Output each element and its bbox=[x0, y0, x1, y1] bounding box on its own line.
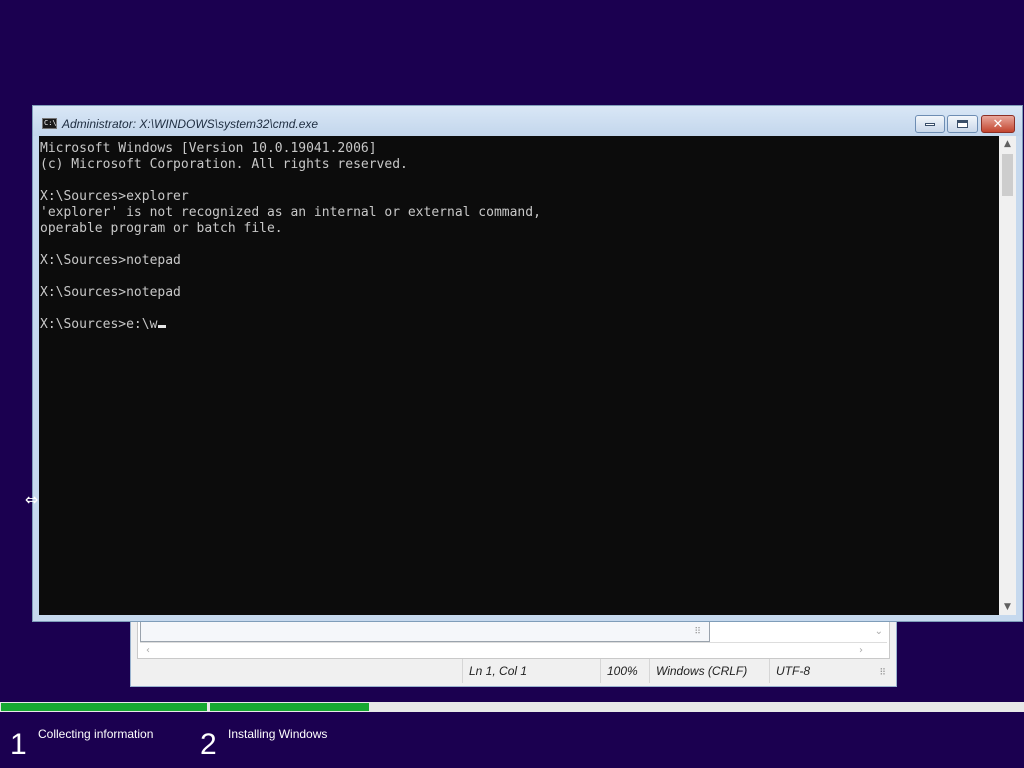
scroll-left-icon[interactable]: ‹ bbox=[146, 645, 150, 656]
scroll-down-arrow-icon[interactable]: ▼ bbox=[999, 599, 1016, 615]
console-text: Microsoft Windows [Version 10.0.19041.20… bbox=[39, 136, 999, 333]
console-history: Microsoft Windows [Version 10.0.19041.20… bbox=[40, 141, 541, 300]
resize-grip-icon: ⠿ bbox=[694, 627, 701, 637]
step-number: 1 bbox=[10, 728, 27, 761]
status-encoding: UTF-8 bbox=[769, 659, 866, 683]
console-output[interactable]: Microsoft Windows [Version 10.0.19041.20… bbox=[39, 136, 999, 615]
status-resize-grip-icon: ⠿ bbox=[879, 667, 886, 677]
step-label: Installing Windows bbox=[228, 727, 328, 741]
console-current-prompt: X:\Sources>e:\w bbox=[40, 317, 158, 332]
console-vertical-scrollbar[interactable]: ▲ ▼ bbox=[999, 136, 1016, 615]
step2-progress-fill bbox=[210, 703, 369, 711]
close-button[interactable]: ✕ bbox=[981, 115, 1015, 133]
step-label: Collecting information bbox=[38, 727, 154, 741]
text-cursor bbox=[158, 325, 167, 328]
maximize-button[interactable] bbox=[947, 115, 978, 133]
scroll-up-icon[interactable]: ▲ bbox=[999, 136, 1016, 152]
step2-progress-track bbox=[210, 703, 1024, 711]
setup-progress-bar bbox=[0, 702, 1024, 712]
minimize-icon bbox=[925, 122, 935, 126]
notepad-status-bar: Ln 1, Col 1 100% Windows (CRLF) UTF-8 ⠿ bbox=[137, 659, 890, 683]
resize-cursor-icon: ⇔ bbox=[25, 490, 39, 509]
minimize-button[interactable] bbox=[915, 115, 945, 133]
status-position: Ln 1, Col 1 bbox=[462, 659, 597, 683]
scroll-down-icon[interactable]: ⌄ bbox=[875, 626, 883, 637]
window-title: Administrator: X:\WINDOWS\system32\cmd.e… bbox=[62, 117, 319, 131]
status-line-ending: Windows (CRLF) bbox=[649, 659, 766, 683]
step1-progress-fill bbox=[1, 703, 207, 711]
scrollbar-thumb[interactable] bbox=[1002, 154, 1013, 196]
close-icon: ✕ bbox=[992, 116, 1004, 132]
cmd-app-icon[interactable]: C:\ bbox=[42, 118, 57, 129]
scroll-right-icon[interactable]: › bbox=[859, 645, 863, 656]
maximize-icon bbox=[957, 120, 968, 128]
step-number: 2 bbox=[200, 728, 217, 761]
cmd-title-bar[interactable]: C:\ Administrator: X:\WINDOWS\system32\c… bbox=[33, 106, 1022, 136]
cmd-window: C:\ Administrator: X:\WINDOWS\system32\c… bbox=[32, 105, 1023, 622]
status-zoom: 100% bbox=[600, 659, 649, 683]
notepad-horizontal-scrollbar[interactable]: ‹ › bbox=[140, 642, 887, 659]
